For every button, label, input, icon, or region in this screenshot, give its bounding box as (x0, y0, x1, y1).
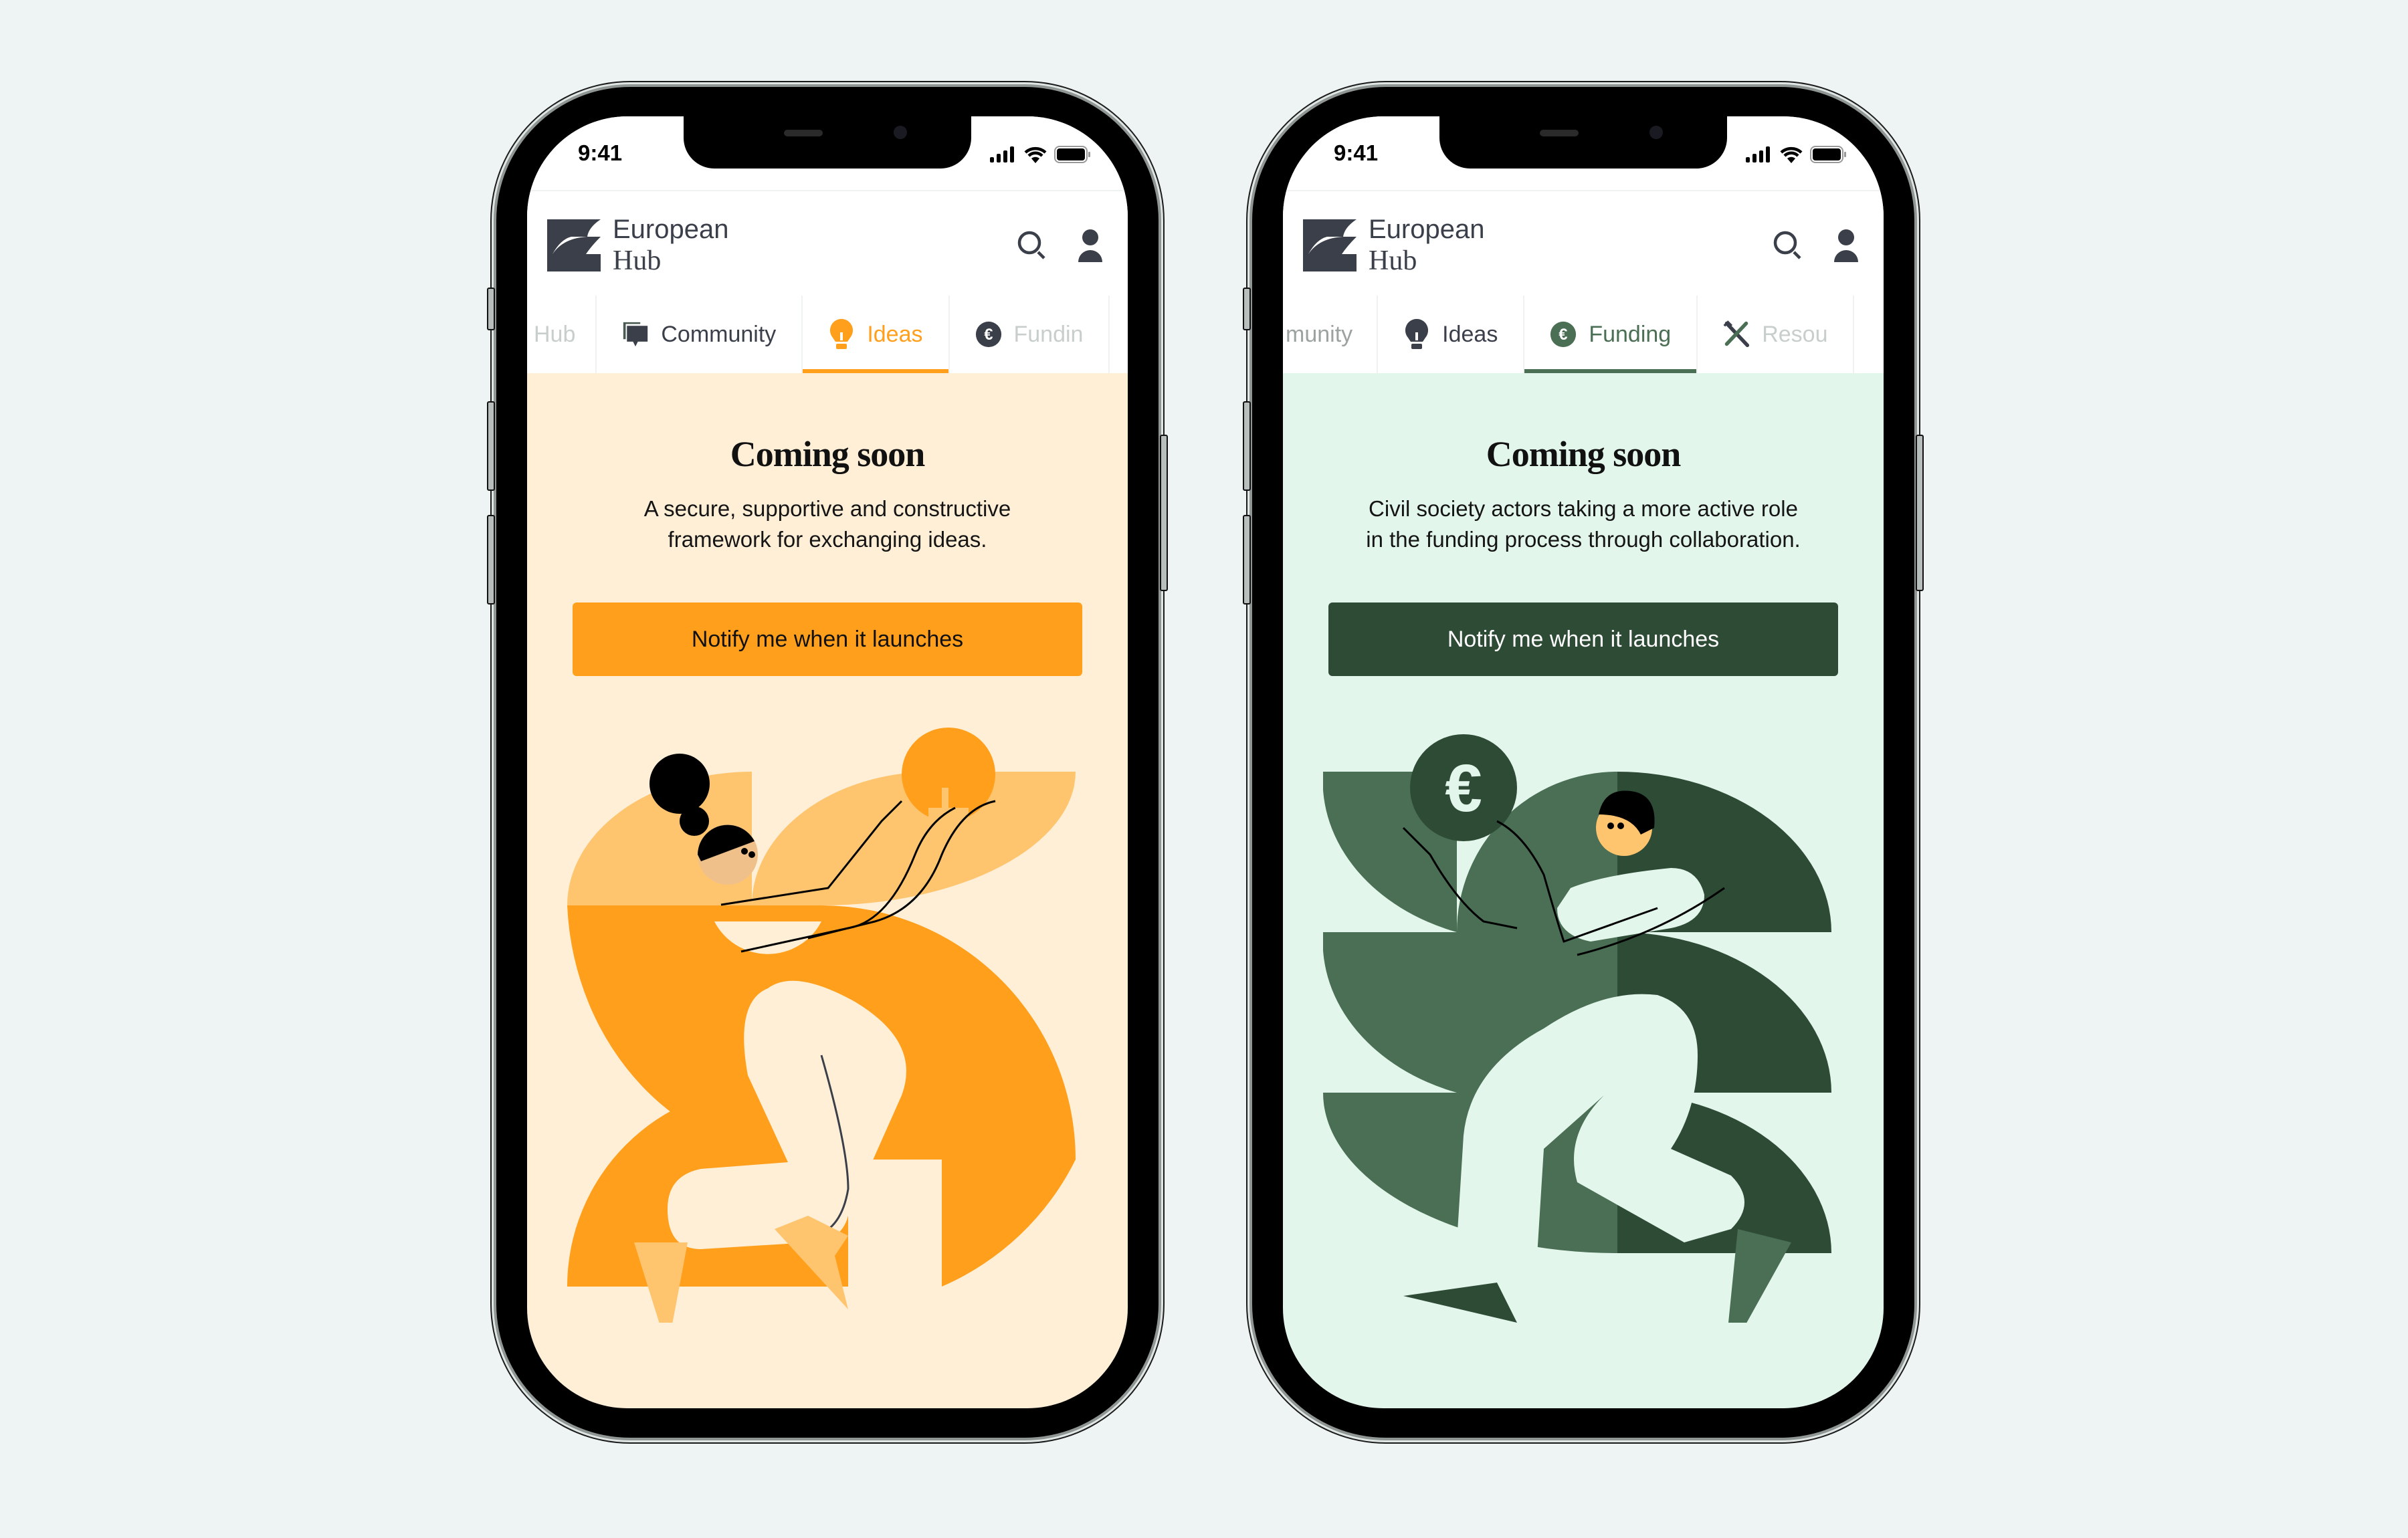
notch (1439, 116, 1727, 169)
tab-label: Funding (1589, 321, 1672, 347)
phone-ideas: 9:41 European Hub Hub Community Ideas € … (487, 87, 1168, 1438)
lightbulb-icon (828, 319, 855, 349)
app-header: European Hub (527, 190, 1128, 297)
page-subtitle: A secure, supportive and constructive fr… (554, 493, 1101, 555)
chat-icon (622, 321, 649, 348)
wifi-icon (1780, 146, 1803, 163)
screen: 9:41 European Hub Hub Community Ideas € … (527, 116, 1128, 1408)
brand-line2: Hub (1369, 245, 1417, 276)
tab-community[interactable]: munity (1283, 296, 1379, 373)
page-title: Coming soon (1486, 434, 1682, 474)
signal-icon (1746, 146, 1770, 162)
search-icon[interactable] (1017, 230, 1047, 261)
notch (684, 116, 971, 169)
lightbulb-icon (1403, 319, 1430, 349)
brand-name[interactable]: European Hub (1369, 214, 1484, 277)
power-button (1160, 435, 1168, 591)
screen: 9:41 European Hub munity Ideas € Funding… (1283, 116, 1884, 1408)
tools-icon (1723, 320, 1750, 348)
user-icon[interactable] (1833, 229, 1860, 262)
volume-down-button (487, 515, 495, 605)
user-icon[interactable] (1077, 229, 1104, 262)
subtitle-line: framework for exchanging ideas. (668, 527, 987, 552)
status-time: 9:41 (578, 140, 623, 165)
ideas-illustration (567, 728, 1076, 1323)
notify-me-button[interactable]: Notify me when it launches (573, 602, 1082, 676)
tab-resources[interactable]: Resou (1698, 296, 1855, 373)
euro-icon: € (975, 321, 1002, 348)
coming-soon-panel: Coming soon Civil society actors taking … (1283, 373, 1884, 1408)
tab-hub[interactable]: Hub (527, 296, 597, 373)
brand-line2: Hub (613, 245, 662, 276)
tab-bar: Hub Community Ideas € Fundin (527, 296, 1128, 373)
battery-icon (1054, 146, 1090, 163)
volume-up-button (487, 401, 495, 491)
hair-bun (649, 754, 710, 814)
tab-bar: munity Ideas € Funding Resou (1283, 296, 1884, 373)
tab-label: Community (661, 321, 777, 347)
app-header: European Hub (1283, 190, 1884, 297)
brand-name[interactable]: European Hub (613, 214, 728, 277)
subtitle-line: Civil society actors taking a more activ… (1369, 496, 1798, 521)
status-time: 9:41 (1334, 140, 1379, 165)
funding-illustration: € (1323, 734, 1831, 1323)
volume-down-button (1243, 515, 1251, 605)
subtitle-line: in the funding process through collabora… (1366, 527, 1801, 552)
mute-switch (1243, 288, 1251, 330)
notify-me-button[interactable]: Notify me when it launches (1328, 602, 1838, 676)
tab-label: Resou (1762, 321, 1828, 347)
subtitle-line: A secure, supportive and constructive (643, 496, 1011, 521)
volume-up-button (1243, 401, 1251, 491)
page-title: Coming soon (730, 434, 926, 474)
power-button (1916, 435, 1924, 591)
phone-funding: 9:41 European Hub munity Ideas € Funding… (1243, 87, 1924, 1438)
tab-ideas[interactable]: Ideas (803, 296, 950, 373)
mute-switch (487, 288, 495, 330)
foot (1403, 1283, 1517, 1323)
wifi-icon (1024, 146, 1047, 163)
page-subtitle: Civil society actors taking a more activ… (1310, 493, 1857, 555)
tab-label: Ideas (867, 321, 923, 347)
coming-soon-panel: Coming soon A secure, supportive and con… (527, 373, 1128, 1408)
european-hub-logo[interactable] (547, 219, 601, 271)
euro-icon: € (1550, 321, 1577, 348)
tab-label: munity (1286, 321, 1353, 347)
tab-label: Ideas (1442, 321, 1498, 347)
tab-label: Fundin (1013, 321, 1084, 347)
tab-ideas[interactable]: Ideas (1378, 296, 1525, 373)
tab-label: Hub (534, 321, 576, 347)
battery-icon (1810, 146, 1846, 163)
svg-text:€: € (1445, 751, 1482, 826)
search-icon[interactable] (1773, 230, 1803, 261)
svg-text:€: € (984, 326, 993, 344)
svg-text:€: € (1559, 326, 1568, 344)
brand-line1: European (1369, 215, 1485, 244)
tab-community[interactable]: Community (597, 296, 803, 373)
signal-icon (990, 146, 1014, 162)
tab-funding[interactable]: € Funding (1524, 296, 1698, 373)
tab-funding[interactable]: € Fundin (950, 296, 1110, 373)
brand-line1: European (613, 215, 729, 244)
european-hub-logo[interactable] (1303, 219, 1357, 271)
